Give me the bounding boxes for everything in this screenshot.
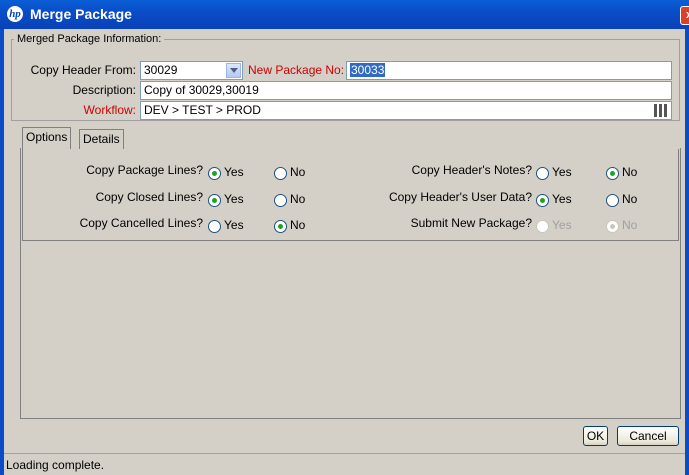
copy-header-notes-label: Copy Header's Notes? — [411, 163, 532, 177]
hp-logo-icon: hp — [7, 6, 23, 22]
description-value: Copy of 30029,30019 — [144, 83, 259, 97]
submit-new-package-yes-label: Yes — [552, 218, 572, 232]
submit-new-package-no-label: No — [622, 218, 638, 232]
copy-closed-lines-yes-radio[interactable] — [208, 194, 221, 207]
window-frame-left — [0, 29, 4, 475]
tab-details[interactable]: Details — [79, 129, 124, 149]
copy-header-from-value: 30029 — [144, 63, 178, 77]
copy-cancelled-lines-yes-radio[interactable] — [208, 220, 221, 233]
workflow-picker-icon[interactable] — [654, 104, 668, 117]
status-bar: Loading complete. — [4, 453, 685, 475]
copy-header-user-data-label: Copy Header's User Data? — [388, 190, 532, 204]
ok-button[interactable]: OK — [583, 426, 608, 446]
copy-cancelled-lines-yes-label: Yes — [224, 218, 244, 232]
new-package-no-label: New Package No: — [248, 63, 345, 77]
workflow-value: DEV > TEST > PROD — [144, 103, 261, 117]
copy-cancelled-lines-no-radio[interactable] — [274, 220, 287, 233]
close-button[interactable]: x — [680, 6, 689, 25]
new-package-no-input[interactable]: 30033 — [346, 61, 672, 80]
chevron-down-icon[interactable] — [226, 63, 241, 78]
copy-closed-lines-label: Copy Closed Lines? — [95, 190, 203, 204]
workflow-label: Workflow: — [83, 103, 136, 117]
window-title: Merge Package — [30, 6, 132, 22]
copy-header-user-data-yes-radio[interactable] — [536, 194, 549, 207]
section-legend: Merged Package Information: — [14, 33, 165, 45]
tab-options[interactable]: Options — [22, 127, 72, 149]
submit-new-package-no-radio — [606, 220, 619, 233]
copy-closed-lines-no-radio[interactable] — [274, 194, 287, 207]
new-package-no-value: 30033 — [350, 63, 386, 77]
copy-cancelled-lines-label: Copy Cancelled Lines? — [79, 216, 203, 230]
copy-header-from-select[interactable]: 30029 — [140, 61, 243, 80]
copy-header-notes-no-label: No — [622, 165, 638, 179]
copy-header-notes-yes-label: Yes — [552, 165, 572, 179]
copy-header-notes-yes-radio[interactable] — [536, 167, 549, 180]
description-label: Description: — [72, 83, 136, 97]
cancel-button[interactable]: Cancel — [617, 426, 679, 446]
copy-package-lines-yes-label: Yes — [224, 165, 244, 179]
copy-header-from-label: Copy Header From: — [30, 63, 136, 77]
title-bar[interactable]: hp Merge Package x — [0, 0, 689, 29]
copy-package-lines-no-label: No — [290, 165, 306, 179]
description-input[interactable]: Copy of 30029,30019 — [140, 81, 672, 100]
copy-header-notes-no-radio[interactable] — [606, 167, 619, 180]
window-frame-right — [685, 29, 689, 475]
submit-new-package-yes-radio — [536, 220, 549, 233]
workflow-input[interactable]: DEV > TEST > PROD — [140, 101, 672, 120]
copy-header-user-data-no-radio[interactable] — [606, 194, 619, 207]
submit-new-package-label: Submit New Package? — [410, 216, 532, 230]
copy-package-lines-yes-radio[interactable] — [208, 167, 221, 180]
copy-header-user-data-no-label: No — [622, 192, 638, 206]
copy-package-lines-label: Copy Package Lines? — [86, 163, 203, 177]
status-text: Loading complete. — [6, 458, 105, 472]
copy-header-user-data-yes-label: Yes — [552, 192, 572, 206]
copy-closed-lines-yes-label: Yes — [224, 192, 244, 206]
copy-package-lines-no-radio[interactable] — [274, 167, 287, 180]
copy-closed-lines-no-label: No — [290, 192, 306, 206]
copy-cancelled-lines-no-label: No — [290, 218, 306, 232]
merge-package-window: hp Merge Package x Merged Package Inform… — [0, 0, 689, 475]
